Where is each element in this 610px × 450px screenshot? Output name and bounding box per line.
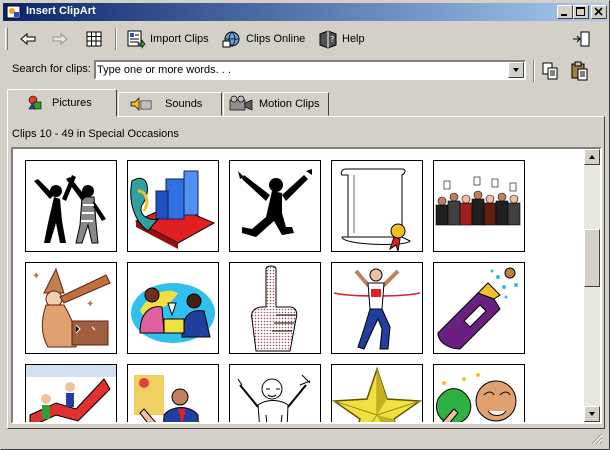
forward-arrow-icon bbox=[52, 32, 68, 46]
minimize-button[interactable] bbox=[557, 5, 573, 19]
tab-motion-clips[interactable]: Motion Clips bbox=[223, 92, 329, 116]
search-input[interactable] bbox=[97, 63, 507, 77]
back-button[interactable] bbox=[17, 27, 39, 51]
clip-tile-runner-finish[interactable] bbox=[331, 262, 423, 354]
wizard-telescope-clip-image: ✦✦ bbox=[32, 267, 111, 348]
toolbar-separator bbox=[115, 28, 117, 50]
jumping-figure-clip-image bbox=[238, 169, 312, 237]
search-bar: Search for clips: bbox=[5, 57, 605, 83]
clip-tile-growth-chart[interactable] bbox=[25, 364, 117, 422]
resize-grip-icon[interactable] bbox=[591, 433, 603, 445]
help-button[interactable]: ? Help bbox=[317, 27, 365, 51]
paste-icon bbox=[571, 61, 588, 81]
dancing-figures-clip-image bbox=[34, 175, 106, 244]
tab-motion-clips-label: Motion Clips bbox=[259, 98, 320, 110]
close-icon bbox=[594, 7, 603, 16]
tab-strip: Pictures Sounds Motion Clips bbox=[7, 89, 603, 117]
clip-tile-office-figures[interactable] bbox=[127, 364, 219, 422]
svg-text:✦: ✦ bbox=[32, 271, 40, 282]
help-book-icon: ? bbox=[319, 30, 337, 49]
copy-icon bbox=[542, 62, 558, 80]
toast-people-clip-image bbox=[131, 283, 215, 343]
clip-tile-champagne-bottle[interactable] bbox=[433, 262, 525, 354]
gold-star-clip-image bbox=[332, 366, 422, 422]
tab-pictures[interactable]: Pictures bbox=[7, 89, 117, 117]
clip-tile-toast-people[interactable] bbox=[127, 262, 219, 354]
svg-text:✦: ✦ bbox=[86, 299, 94, 310]
growth-chart-clip-image bbox=[26, 365, 116, 422]
chevron-down-icon bbox=[513, 68, 519, 72]
sounds-icon bbox=[130, 97, 152, 111]
import-clips-button[interactable]: Import Clips bbox=[125, 27, 209, 51]
back-arrow-icon bbox=[20, 32, 36, 46]
celebrating-man-clip-image bbox=[435, 373, 517, 422]
clip-tile-pointing-hand[interactable] bbox=[229, 262, 321, 354]
scroll-down-icon bbox=[589, 412, 595, 416]
tab-pictures-label: Pictures bbox=[52, 97, 92, 109]
search-separator bbox=[533, 60, 535, 82]
clips-status-text: Clips 10 - 49 in Special Occasions bbox=[12, 128, 179, 140]
clip-tile-city-stage[interactable] bbox=[127, 160, 219, 252]
pointing-hand-clip-image bbox=[251, 265, 298, 352]
clip-tile-certificate-scroll[interactable] bbox=[331, 160, 423, 252]
certificate-scroll-clip-image bbox=[340, 168, 411, 251]
runner-finish-clip-image bbox=[333, 268, 421, 350]
window-title: Insert ClipArt bbox=[26, 5, 96, 17]
crowd-audience-clip-image bbox=[435, 176, 521, 226]
help-label: Help bbox=[342, 33, 365, 45]
clip-tile-crowd-audience[interactable] bbox=[433, 160, 525, 252]
clip-tile-wizard-telescope[interactable]: ✦ ✦ bbox=[25, 262, 117, 354]
all-categories-button[interactable] bbox=[83, 27, 105, 51]
change-to-small-window-button[interactable] bbox=[570, 27, 592, 51]
clips-online-icon bbox=[222, 31, 240, 48]
status-bar bbox=[5, 431, 605, 447]
toolbar: Import Clips Clips Online ? Help bbox=[5, 25, 605, 55]
scroll-up-icon bbox=[589, 155, 595, 159]
clips-online-button[interactable]: Clips Online bbox=[221, 27, 305, 51]
clip-tile-jumping-figure[interactable] bbox=[229, 160, 321, 252]
scroll-down-button[interactable] bbox=[584, 406, 600, 422]
clip-tile-cheering-man[interactable] bbox=[229, 364, 321, 422]
clip-tile-gold-star[interactable] bbox=[331, 364, 423, 422]
clip-tile-dancing-figures[interactable] bbox=[25, 160, 117, 252]
grid-icon bbox=[86, 31, 102, 47]
cheering-man-clip-image bbox=[237, 374, 311, 422]
import-clips-label: Import Clips bbox=[150, 33, 209, 45]
svg-text:?: ? bbox=[330, 35, 334, 44]
title-bar[interactable]: Insert ClipArt bbox=[3, 3, 607, 21]
small-window-icon bbox=[573, 31, 590, 47]
insert-clipart-window: Insert ClipArt Import Clips Clips Online… bbox=[0, 0, 610, 450]
import-clips-icon bbox=[127, 30, 146, 49]
search-label: Search for clips: bbox=[12, 63, 91, 75]
clipart-app-icon bbox=[6, 4, 22, 20]
pictures-icon bbox=[28, 95, 42, 110]
close-button[interactable] bbox=[591, 5, 607, 19]
clip-tile-celebrating-man[interactable] bbox=[433, 364, 525, 422]
champagne-bottle-clip-image bbox=[437, 267, 518, 350]
motion-clips-icon bbox=[229, 95, 253, 111]
copy-button[interactable] bbox=[539, 59, 561, 83]
clips-online-label: Clips Online bbox=[246, 33, 306, 45]
tab-sounds[interactable]: Sounds bbox=[118, 92, 222, 116]
forward-button[interactable] bbox=[49, 27, 71, 51]
scroll-thumb[interactable] bbox=[584, 229, 600, 287]
clip-gallery: ✦ ✦ bbox=[11, 147, 602, 424]
scroll-up-button[interactable] bbox=[584, 149, 600, 165]
minimize-icon bbox=[561, 14, 567, 16]
maximize-icon bbox=[576, 7, 585, 16]
maximize-button[interactable] bbox=[573, 5, 589, 19]
search-combobox[interactable] bbox=[94, 60, 526, 80]
paste-button[interactable] bbox=[569, 59, 591, 83]
city-stage-clip-image bbox=[130, 170, 216, 249]
vertical-scrollbar[interactable] bbox=[584, 149, 600, 422]
toolbar-grip[interactable] bbox=[5, 28, 8, 50]
search-dropdown-button[interactable] bbox=[508, 62, 524, 78]
tab-sounds-label: Sounds bbox=[165, 98, 203, 110]
office-figures-clip-image bbox=[134, 375, 199, 422]
